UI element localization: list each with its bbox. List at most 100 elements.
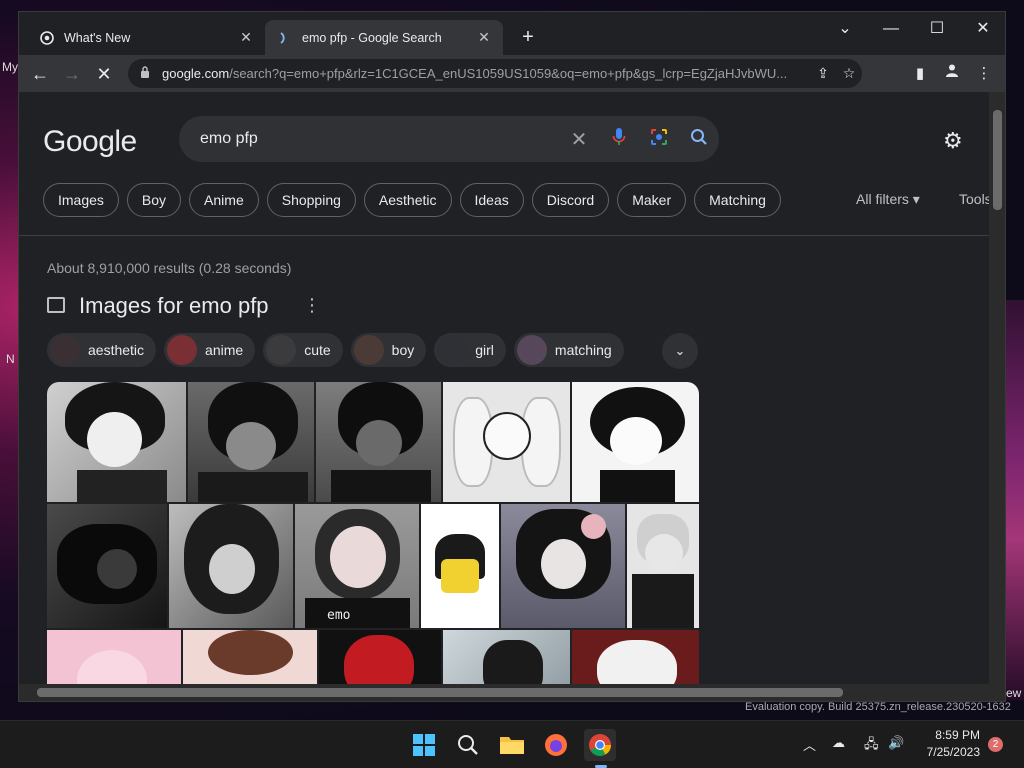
new-tab-button[interactable]: +	[517, 26, 539, 48]
search-icon[interactable]	[452, 729, 484, 761]
menu-kebab-icon[interactable]: ⋮	[971, 61, 997, 87]
chip-shopping[interactable]: Shopping	[266, 183, 356, 217]
stop-loading-button[interactable]: ✕	[91, 61, 117, 87]
filter-chips: Images Boy Anime Shopping Aesthetic Idea…	[43, 183, 781, 217]
refine-chip[interactable]: aesthetic	[47, 333, 157, 367]
chip-boy[interactable]: Boy	[126, 183, 182, 217]
desktop-icon-label: My	[2, 60, 18, 74]
scrollbar-thumb[interactable]	[37, 688, 843, 697]
search-icon[interactable]	[679, 128, 719, 151]
chip-discord[interactable]: Discord	[531, 183, 610, 217]
vertical-scrollbar[interactable]	[989, 92, 1005, 686]
image-result[interactable]	[421, 504, 499, 628]
chrome-taskbar-icon[interactable]	[584, 729, 616, 761]
network-icon[interactable]: 🖧	[864, 735, 879, 757]
volume-icon[interactable]: 🔊	[888, 735, 904, 751]
image-result[interactable]	[188, 382, 314, 502]
image-result[interactable]: emo	[295, 504, 419, 628]
microphone-icon[interactable]	[599, 127, 639, 152]
image-icon	[47, 297, 65, 313]
firefox-icon[interactable]	[540, 729, 572, 761]
tools-button[interactable]: Tools	[959, 191, 991, 207]
clock-date: 7/25/2023	[926, 745, 980, 759]
chrome-icon	[39, 30, 55, 46]
clear-search-icon[interactable]: ✕	[559, 127, 599, 152]
close-tab-icon[interactable]: ✕	[475, 29, 493, 46]
notification-badge[interactable]: 2	[988, 737, 1003, 752]
chip-anime[interactable]: Anime	[189, 183, 259, 217]
start-button-windows-icon[interactable]	[408, 729, 440, 761]
chip-thumbnail	[516, 335, 547, 365]
image-result[interactable]	[443, 630, 570, 686]
settings-gear-icon[interactable]: ⚙	[943, 128, 963, 154]
image-result[interactable]	[169, 504, 293, 628]
cloud-offline-icon[interactable]: ☁	[832, 735, 845, 751]
file-explorer-icon[interactable]	[496, 729, 528, 761]
chip-aesthetic[interactable]: Aesthetic	[363, 183, 452, 217]
chrome-window: What's New ✕ emo pfp - Google Search ✕ +…	[18, 11, 1006, 702]
close-window-button[interactable]: ✕	[963, 16, 1003, 42]
address-bar[interactable]: google.com/search?q=emo+pfp&rlz=1C1GCEA_…	[128, 59, 862, 88]
chip-thumbnail	[353, 335, 384, 365]
image-result[interactable]	[47, 382, 186, 502]
close-tab-icon[interactable]: ✕	[237, 29, 255, 46]
clock[interactable]: 8:59 PM 7/25/2023	[910, 727, 980, 761]
image-result[interactable]	[183, 630, 317, 686]
lock-icon	[140, 66, 154, 81]
search-results-page: Google emo pfp ✕ ⚙ Images Boy Anime Shop…	[19, 92, 991, 686]
header-divider	[19, 235, 991, 236]
refine-chip-label: boy	[391, 342, 415, 358]
google-logo[interactable]: Google	[43, 125, 137, 159]
tray-overflow-chevron-icon[interactable]: ︿	[803, 735, 816, 754]
chip-images[interactable]: Images	[43, 183, 119, 217]
search-input[interactable]: emo pfp ✕	[179, 116, 719, 162]
browser-toolbar: ← → ✕ google.com/search?q=emo+pfp&rlz=1C…	[19, 55, 1005, 92]
refine-chip[interactable]: matching	[513, 333, 624, 367]
tab-whats-new[interactable]: What's New ✕	[27, 20, 265, 55]
all-filters-button[interactable]: All filters ▾	[856, 191, 920, 208]
image-result[interactable]	[443, 382, 570, 502]
more-options-icon[interactable]: ⋮	[303, 295, 321, 316]
refine-chip[interactable]: boy	[350, 333, 427, 367]
google-lens-icon[interactable]	[639, 128, 679, 151]
tab-label: What's New	[64, 30, 131, 45]
image-result[interactable]	[47, 630, 181, 686]
image-result[interactable]	[316, 382, 441, 502]
image-result[interactable]	[572, 382, 699, 502]
refine-chip-label: matching	[554, 342, 612, 358]
clock-time: 8:59 PM	[935, 728, 980, 742]
back-button[interactable]: ←	[27, 61, 53, 87]
forward-button[interactable]: →	[59, 61, 85, 87]
refine-chip[interactable]: girl	[434, 333, 506, 367]
side-panel-icon[interactable]: ▮	[907, 61, 933, 87]
loading-spinner-icon	[277, 30, 293, 46]
bookmark-star-icon[interactable]: ☆	[836, 65, 862, 82]
chip-ideas[interactable]: Ideas	[459, 183, 524, 217]
minimize-button[interactable]: —	[871, 16, 911, 42]
refine-chip[interactable]: cute	[263, 333, 343, 367]
tab-google-search[interactable]: emo pfp - Google Search ✕	[265, 20, 503, 55]
refine-chip-label: anime	[205, 342, 244, 358]
refine-chip[interactable]: anime	[164, 333, 256, 367]
image-result[interactable]	[572, 630, 699, 686]
tab-search-button[interactable]: ⌄	[825, 16, 865, 42]
image-result[interactable]	[501, 504, 625, 628]
share-icon[interactable]: ⇪	[810, 65, 836, 82]
images-section-title[interactable]: Images for emo pfp	[79, 293, 269, 319]
horizontal-scrollbar[interactable]	[19, 684, 1005, 701]
chip-thumbnail	[437, 335, 468, 365]
profile-icon[interactable]	[939, 61, 965, 87]
tab-bar: What's New ✕ emo pfp - Google Search ✕ +…	[19, 12, 1005, 55]
image-result[interactable]	[47, 504, 167, 628]
dropdown-arrow-icon: ▾	[912, 191, 920, 207]
image-result[interactable]	[319, 630, 441, 686]
search-query: emo pfp	[200, 130, 258, 147]
refine-chip-label: girl	[475, 342, 494, 358]
scrollbar-thumb[interactable]	[993, 110, 1002, 210]
chevron-down-icon[interactable]: ⌄	[662, 333, 698, 369]
chip-maker[interactable]: Maker	[617, 183, 687, 217]
chip-thumbnail	[50, 335, 80, 365]
image-result[interactable]	[627, 504, 699, 628]
maximize-button[interactable]: ☐	[917, 16, 957, 42]
chip-matching[interactable]: Matching	[694, 183, 781, 217]
